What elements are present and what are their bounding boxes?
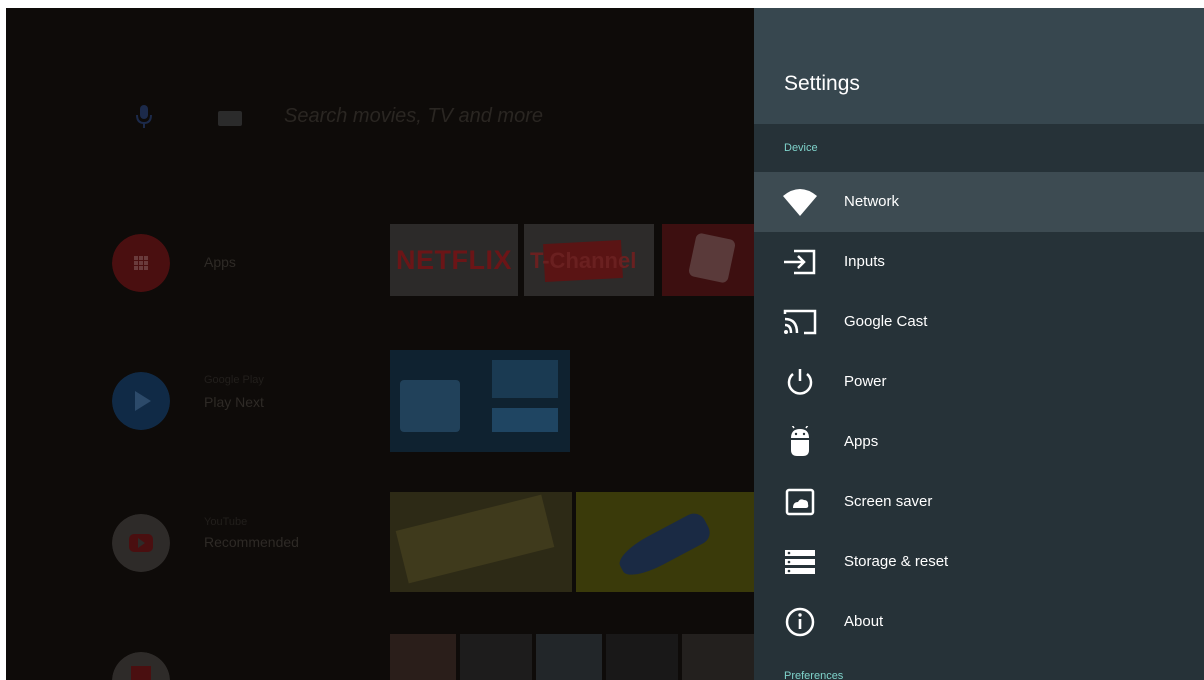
settings-item-label: Power	[844, 373, 887, 390]
dice-icon	[687, 232, 737, 284]
keyboard-icon[interactable]	[218, 111, 242, 126]
settings-item-label: Google Cast	[844, 313, 928, 330]
settings-item-apps[interactable]: Apps	[754, 412, 1204, 472]
netflix-logo-text: NETFLIX	[396, 244, 512, 275]
power-icon	[782, 366, 818, 398]
settings-item-power[interactable]: Power	[754, 352, 1204, 412]
settings-item-screen-saver[interactable]: Screen saver	[754, 472, 1204, 532]
row-sublabel-play-next: Google Play	[204, 374, 264, 386]
settings-title: Settings	[784, 72, 860, 95]
android-icon	[782, 426, 818, 458]
movie-poster[interactable]	[460, 634, 532, 680]
movie-poster[interactable]	[682, 634, 754, 680]
play-next-tile[interactable]	[390, 350, 570, 452]
settings-item-label: About	[844, 613, 884, 630]
game-app-tile[interactable]	[662, 224, 754, 296]
info-icon	[782, 606, 818, 638]
settings-header: Settings	[754, 8, 1204, 124]
settings-item-label: Network	[844, 193, 900, 210]
movie-poster[interactable]	[536, 634, 602, 680]
tile-artwork	[492, 360, 558, 398]
play-next-icon[interactable]	[112, 372, 170, 430]
movie-poster[interactable]	[606, 634, 678, 680]
microphone-icon[interactable]	[134, 104, 154, 130]
t-channel-tile[interactable]: T-Channel	[524, 224, 654, 296]
t-channel-logo-text: T-Channel	[530, 248, 637, 273]
settings-panel: Settings Device Network Inputs Google Ca…	[754, 8, 1204, 680]
row-label-recommended: Recommended	[204, 534, 299, 550]
video-tile[interactable]	[390, 492, 572, 592]
settings-item-label: Screen saver	[844, 493, 933, 510]
tv-screen: Search movies, TV and more Apps NETFLIX …	[6, 8, 1204, 680]
netflix-tile[interactable]: NETFLIX	[390, 224, 518, 296]
section-preferences: Preferences	[784, 670, 844, 680]
settings-item-inputs[interactable]: Inputs	[754, 232, 1204, 292]
row-label-apps: Apps	[204, 254, 236, 270]
settings-item-label: Apps	[844, 433, 879, 450]
tile-artwork	[614, 509, 714, 583]
settings-item-google-cast[interactable]: Google Cast	[754, 292, 1204, 352]
wifi-icon	[782, 186, 818, 218]
tile-artwork	[395, 494, 555, 584]
row-label-play-next: Play Next	[204, 394, 264, 410]
movies-app-icon[interactable]	[112, 652, 170, 680]
tile-artwork	[492, 408, 558, 432]
settings-item-label: Storage & reset	[844, 553, 949, 570]
settings-item-label: Inputs	[844, 253, 885, 270]
settings-item-about[interactable]: About	[754, 592, 1204, 652]
video-tile[interactable]	[576, 492, 754, 592]
search-placeholder[interactable]: Search movies, TV and more	[284, 105, 543, 128]
tile-artwork	[400, 380, 460, 432]
settings-item-storage-reset[interactable]: Storage & reset	[754, 532, 1204, 592]
settings-item-network[interactable]: Network	[754, 172, 1204, 232]
input-icon	[782, 246, 818, 278]
movie-poster[interactable]	[390, 634, 456, 680]
section-device: Device	[784, 142, 818, 154]
screen-saver-icon	[782, 486, 818, 518]
cast-icon	[782, 306, 818, 338]
row-sublabel-youtube: YouTube	[204, 516, 248, 528]
home-screen-dimmed: Search movies, TV and more Apps NETFLIX …	[6, 8, 754, 680]
youtube-icon[interactable]	[112, 514, 170, 572]
apps-grid-icon[interactable]	[112, 234, 170, 292]
storage-icon	[782, 546, 818, 578]
